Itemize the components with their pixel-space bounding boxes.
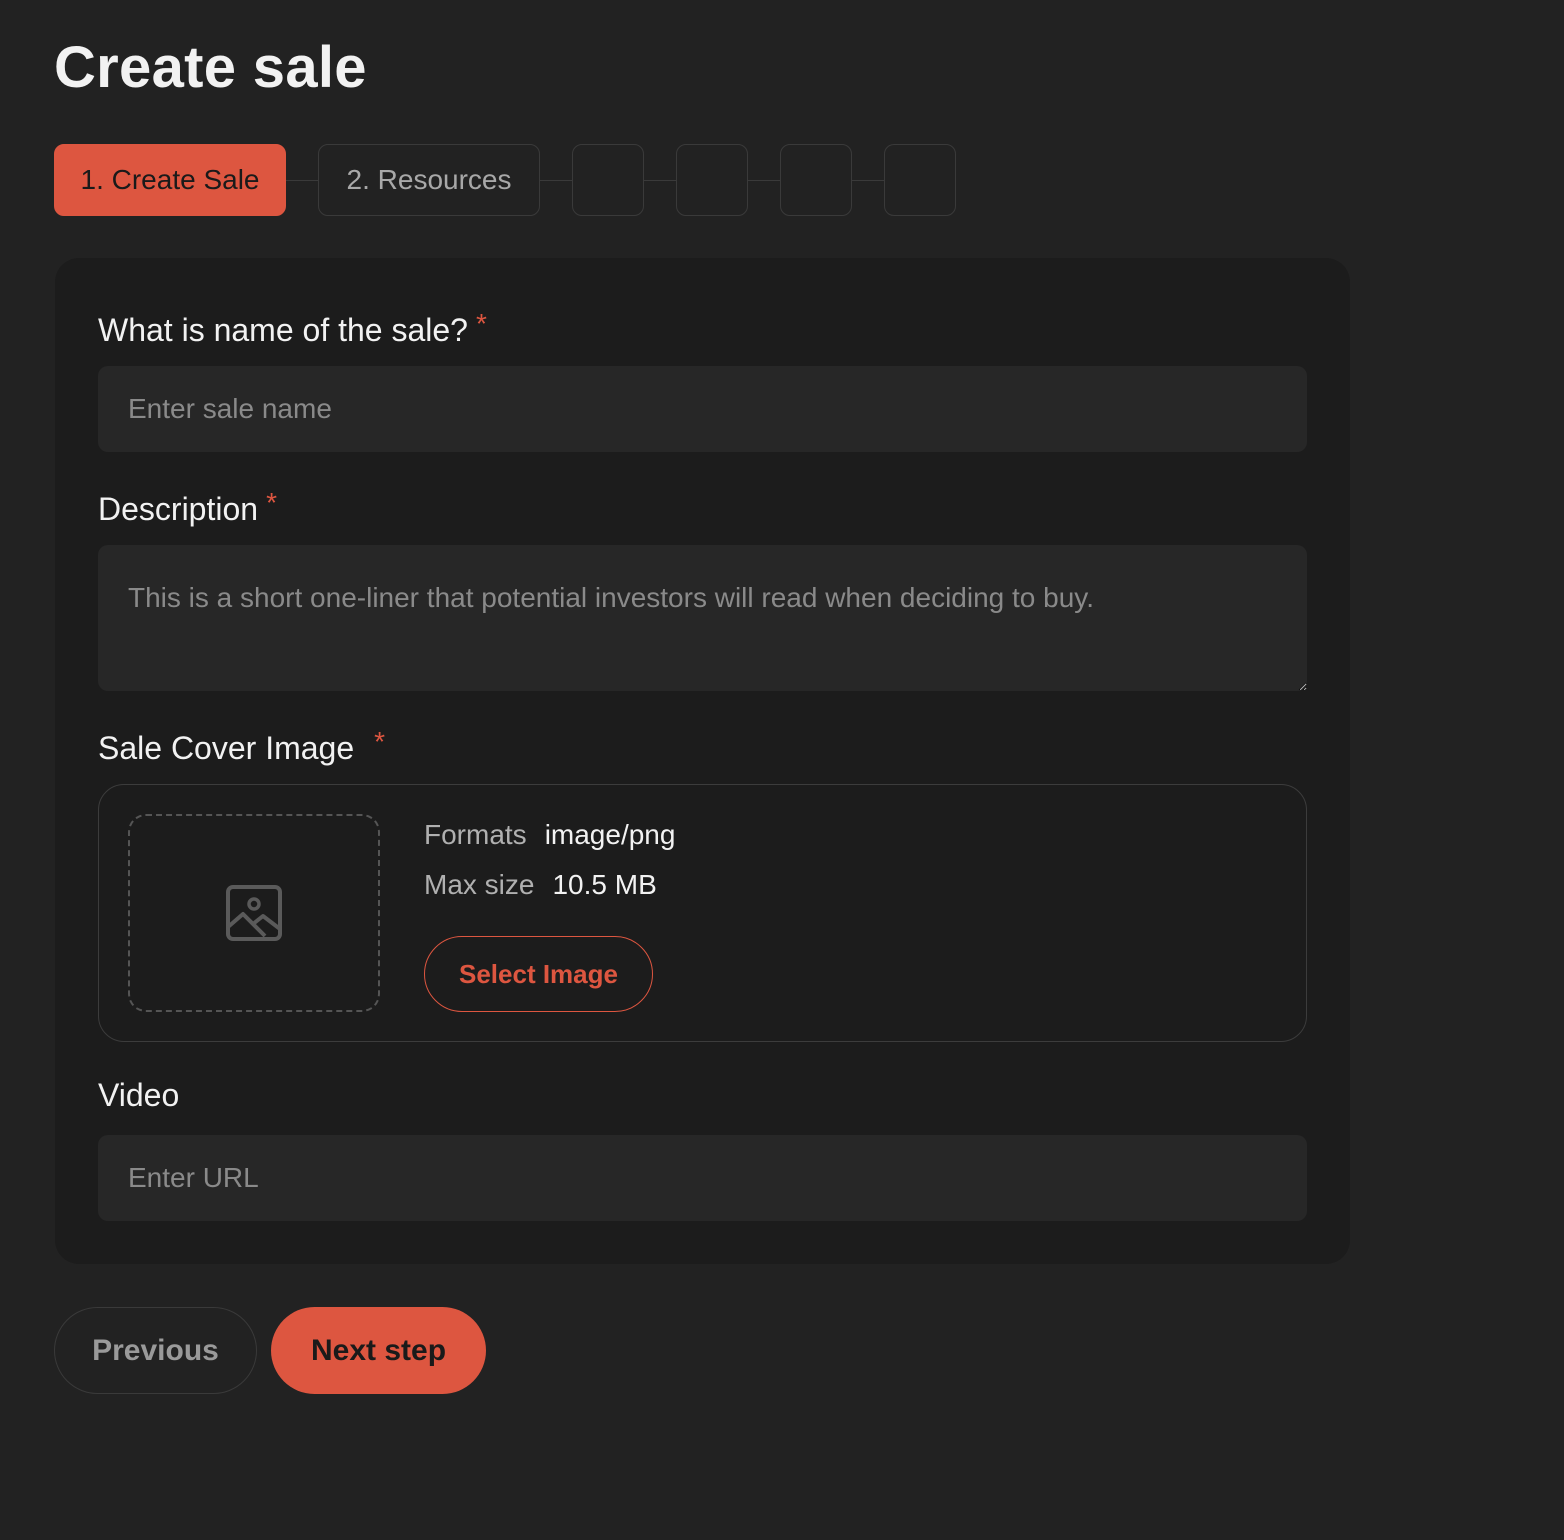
cover-image-label: Sale Cover Image * [98,726,385,767]
description-label: Description * [98,487,277,528]
select-image-button[interactable]: Select Image [424,936,653,1012]
stepper: 1. Create Sale 2. Resources [54,144,956,216]
step-connector [748,179,780,181]
max-size-value: 10.5 MB [552,869,657,900]
step-4[interactable] [676,144,748,216]
step-connector [852,179,884,181]
video-label: Video [98,1077,180,1113]
step-resources[interactable]: 2. Resources [318,144,540,216]
formats-value: image/png [544,819,676,850]
sale-name-label: What is name of the sale? * [98,308,487,349]
description-textarea[interactable] [98,545,1307,691]
cover-image-label-text: Sale Cover Image [98,730,355,766]
required-mark: * [374,726,386,757]
step-5[interactable] [780,144,852,216]
page-title: Create sale [54,35,367,100]
step-create-sale[interactable]: 1. Create Sale [54,144,286,216]
formats-row: Formats image/png [424,819,675,851]
required-mark: * [475,308,487,339]
required-mark: * [266,487,277,518]
step-3[interactable] [572,144,644,216]
step-connector [286,179,318,181]
sale-name-input[interactable] [98,366,1307,452]
step-connector [644,179,676,181]
image-icon [226,885,282,941]
create-sale-page: Create sale 1. Create Sale 2. Resources … [0,0,1564,1540]
max-size-row: Max size 10.5 MB [424,869,657,901]
formats-key: Formats [424,819,527,850]
sale-name-label-text: What is name of the sale? [98,312,468,348]
max-size-key: Max size [424,869,535,900]
previous-button[interactable]: Previous [54,1307,257,1394]
cover-image-upload: Formats image/png Max size 10.5 MB Select … [98,784,1307,1042]
next-step-button[interactable]: Next step [271,1307,486,1394]
form-card: What is name of the sale?* Description* … [55,258,1350,1264]
description-label-text: Description [98,491,259,527]
step-6[interactable] [884,144,956,216]
image-dropzone[interactable] [128,814,380,1012]
step-connector [540,179,572,181]
video-url-input[interactable] [98,1135,1307,1221]
